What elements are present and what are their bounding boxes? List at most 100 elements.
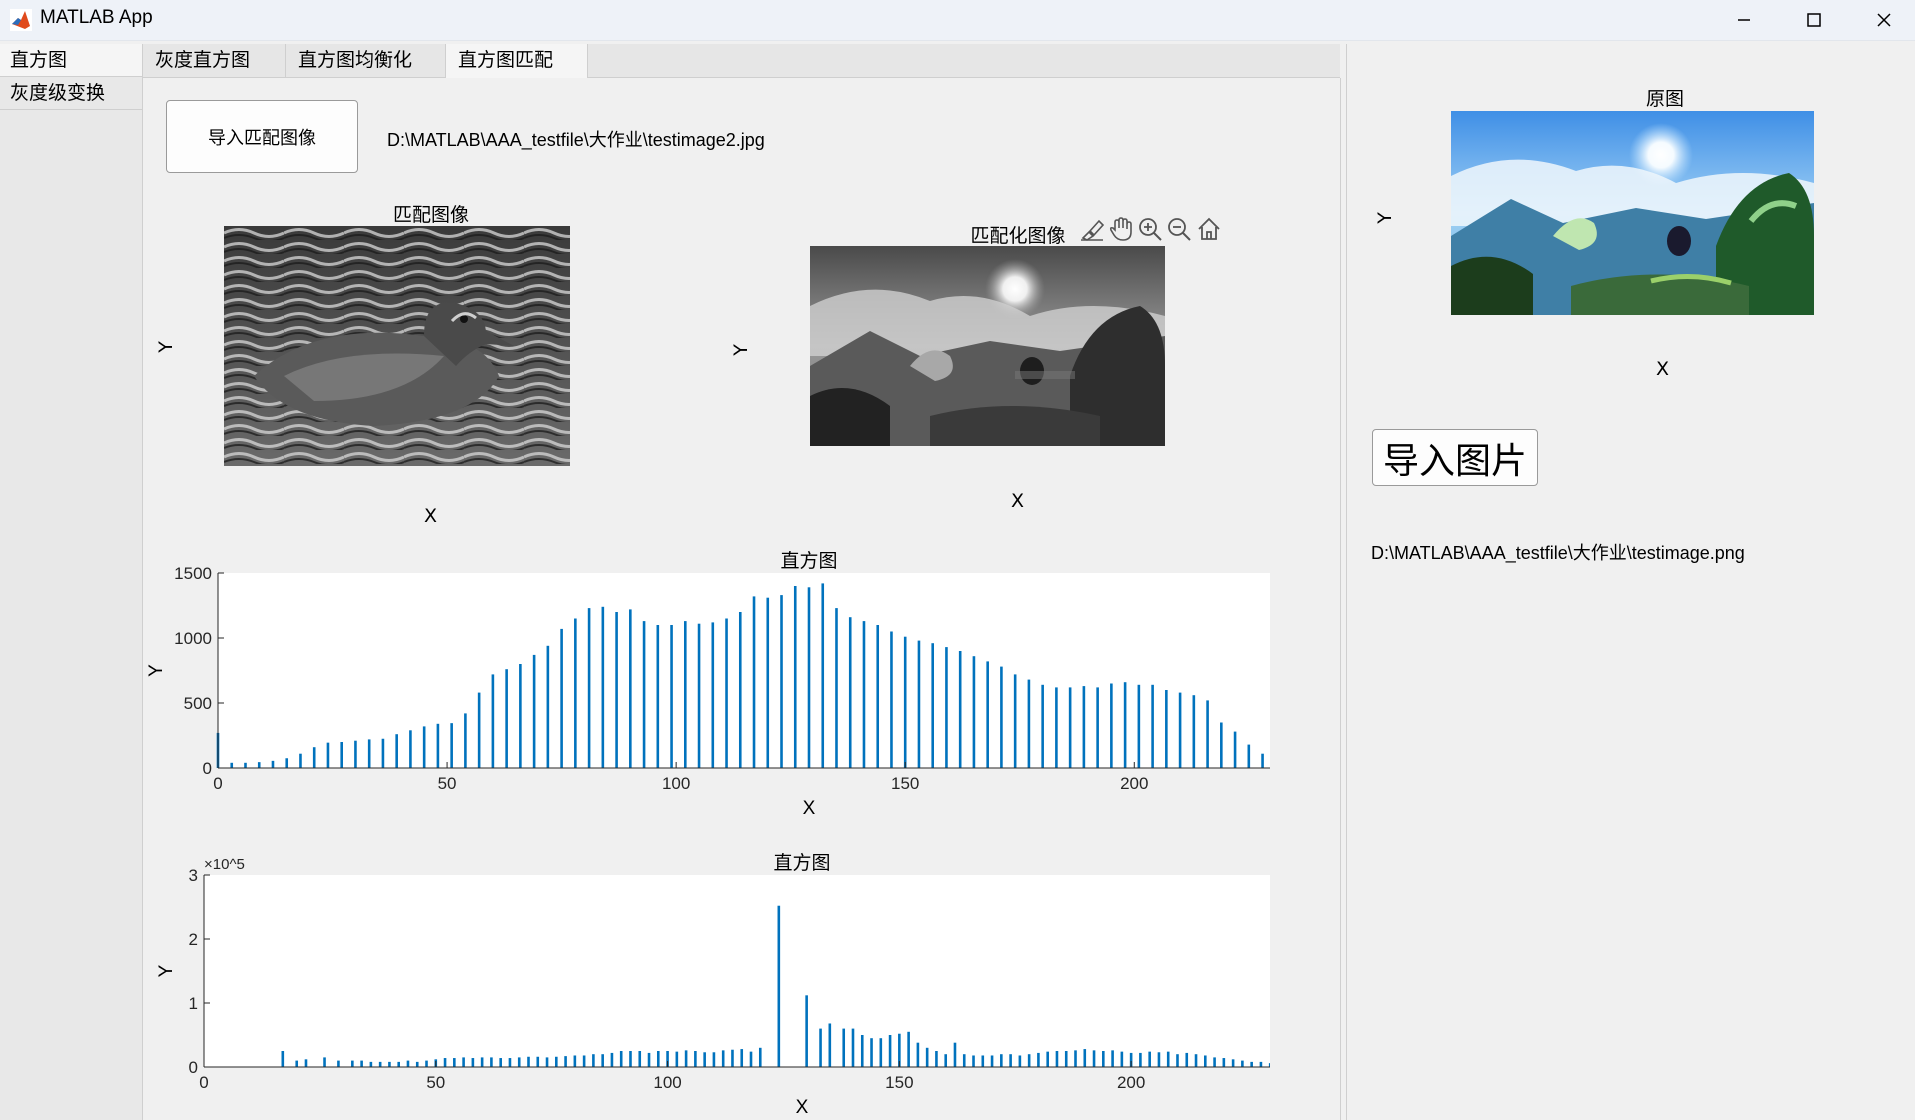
x-tick-label: 200 — [1120, 774, 1148, 793]
histogram-bar — [545, 1057, 549, 1067]
histogram-bar — [1241, 1060, 1244, 1067]
histogram-bar — [1261, 753, 1264, 768]
histogram-bar — [406, 1060, 410, 1067]
home-icon[interactable] — [1196, 216, 1222, 242]
histogram-bar — [684, 621, 687, 768]
histogram-bar — [323, 1057, 326, 1067]
minimize-button[interactable] — [1709, 0, 1779, 40]
side-tab-label: 灰度级变换 — [10, 82, 106, 104]
brush-icon[interactable] — [1079, 216, 1105, 242]
import-image-button[interactable]: 导入图片 — [1372, 429, 1538, 486]
matlab-logo-icon — [10, 9, 32, 31]
histogram-bar — [378, 1061, 382, 1067]
histogram-bar — [876, 625, 880, 768]
histogram-bar — [1192, 695, 1196, 768]
x-tick-label: 50 — [426, 1073, 445, 1092]
histogram-bar — [574, 618, 577, 768]
histogram-bar — [369, 1061, 373, 1067]
match-image — [224, 226, 570, 466]
button-label: 导入图片 — [1382, 440, 1527, 482]
histogram-bar — [945, 647, 948, 768]
side-tab-gray-transform[interactable]: 灰度级变换 — [0, 77, 142, 110]
histogram-bar — [546, 645, 550, 768]
histogram-bar — [491, 674, 495, 768]
histogram-bar — [1068, 687, 1072, 768]
histogram-bar — [862, 621, 866, 768]
zoom-out-icon[interactable] — [1166, 216, 1192, 242]
y-tick-label: 1 — [189, 994, 198, 1013]
histogram-bar — [851, 1028, 855, 1067]
histogram-bar — [711, 622, 715, 768]
histogram-bar — [629, 1051, 632, 1067]
histogram-bar — [1178, 692, 1182, 768]
histogram-bar — [958, 651, 962, 768]
histogram-bar — [925, 1047, 929, 1067]
histogram-bar — [295, 1060, 299, 1067]
pan-hand-icon[interactable] — [1108, 216, 1134, 242]
histogram-bar — [738, 612, 742, 768]
histogram-bar — [230, 762, 234, 768]
histogram-bar — [1148, 1051, 1151, 1067]
histogram-bar — [684, 1050, 688, 1067]
histogram-bar — [436, 723, 440, 768]
histogram-bar — [312, 747, 316, 768]
chart-title: 直方图 — [780, 550, 837, 572]
tab-gray-histogram[interactable]: 灰度直方图 — [143, 44, 286, 77]
histogram-bar — [1233, 731, 1237, 768]
histogram-bar — [360, 1060, 363, 1067]
histogram-bar — [1123, 682, 1127, 768]
histogram-bar — [1055, 687, 1058, 768]
import-match-image-button[interactable]: 导入匹配图像 — [166, 100, 358, 173]
x-tick-label: 100 — [653, 1073, 681, 1092]
original-image — [1451, 111, 1814, 315]
histogram-bar — [508, 1058, 512, 1067]
histogram-bar — [953, 1042, 957, 1067]
histogram-bar — [536, 1056, 540, 1067]
histogram-bar — [848, 617, 852, 768]
histogram-bar — [464, 713, 467, 768]
tab-histogram-matching[interactable]: 直方图匹配 — [446, 44, 588, 78]
match-axes-title: 匹配图像 — [392, 204, 469, 226]
matched-axes-ylabel: Y — [729, 344, 752, 356]
histogram-bar — [326, 742, 330, 768]
histogram-bar — [519, 664, 522, 768]
x-tick-label: 0 — [199, 1073, 208, 1092]
histogram-bar — [870, 1038, 873, 1067]
histogram-bar — [1222, 1058, 1226, 1067]
plot-area — [204, 875, 1270, 1067]
histogram-bar — [443, 1058, 447, 1067]
histogram-bar — [1176, 1054, 1179, 1067]
title-bar: MATLAB App — [0, 0, 1915, 41]
histogram-bar — [1009, 1054, 1012, 1067]
histogram-bar — [917, 640, 921, 768]
histogram-bar — [731, 1049, 734, 1067]
histogram-bar — [1213, 1057, 1216, 1067]
side-tab-histogram[interactable]: 直方图 — [0, 44, 142, 77]
histogram-bar — [1046, 1051, 1049, 1067]
tab-label: 直方图匹配 — [458, 49, 554, 71]
histogram-bar — [1231, 1059, 1235, 1067]
histogram-bar — [821, 583, 825, 768]
histogram-bar — [1166, 1051, 1170, 1067]
histogram-bar — [1000, 666, 1003, 768]
histogram-bar — [916, 1042, 920, 1067]
histogram-bar — [1082, 686, 1086, 768]
histogram-bar — [1247, 744, 1251, 768]
histogram-chart-1: 050100150200250050010001500直方图XY — [146, 550, 1270, 819]
y-tick-label: 0 — [203, 759, 212, 778]
histogram-bar — [931, 643, 934, 768]
histogram-bar — [1083, 1049, 1087, 1067]
histogram-bar — [907, 1031, 910, 1067]
histogram-bar — [749, 1051, 753, 1067]
tab-histogram-equalization[interactable]: 直方图均衡化 — [286, 44, 446, 77]
histogram-bar — [1250, 1061, 1253, 1067]
histogram-bar — [766, 597, 770, 768]
y-tick-label: 1000 — [174, 629, 212, 648]
minimize-icon — [1738, 19, 1750, 21]
close-button[interactable] — [1849, 0, 1915, 40]
histogram-bar — [1120, 1051, 1124, 1067]
zoom-in-icon[interactable] — [1137, 216, 1163, 242]
histogram-bar — [697, 623, 701, 768]
button-label: 导入匹配图像 — [208, 127, 316, 149]
maximize-button[interactable] — [1779, 0, 1849, 40]
